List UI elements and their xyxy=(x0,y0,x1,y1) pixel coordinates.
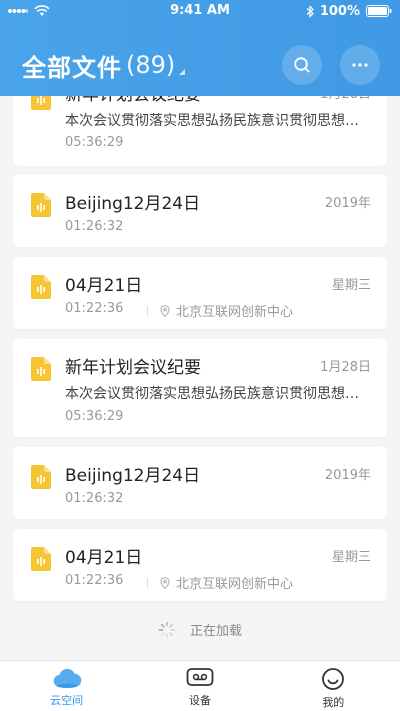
battery-icon xyxy=(366,5,392,17)
audio-file-icon xyxy=(31,275,51,299)
divider xyxy=(147,305,148,316)
item-description: 本次会议贯彻落实思想弘扬民族意识贯彻思想理念 xyxy=(65,113,371,129)
tab-device[interactable]: 设备 xyxy=(133,661,266,711)
file-count: (89) xyxy=(126,51,176,79)
loading-text: 正在加载 xyxy=(189,624,242,639)
signal-icon xyxy=(8,9,28,13)
tab-mine[interactable]: 我的 xyxy=(267,661,400,711)
list-item[interactable]: 新年计划会议纪要 1月28日 本次会议贯彻落实思想弘扬民族意识贯彻思想理念 05… xyxy=(13,339,387,437)
item-title: Beijing12月24日 xyxy=(65,466,201,486)
header: 100% 9:41 AM 全部文件 (89) xyxy=(0,0,400,96)
spinner-icon xyxy=(158,621,176,638)
item-duration: 01:22:36 xyxy=(65,573,124,588)
wifi-icon xyxy=(34,5,50,16)
tab-label: 设备 xyxy=(188,694,211,707)
item-date: 星期三 xyxy=(331,550,371,565)
search-icon xyxy=(294,57,310,73)
audio-file-icon xyxy=(31,547,51,571)
item-date: 2019年 xyxy=(324,196,371,211)
item-date: 1月28日 xyxy=(320,360,371,375)
item-location-text: 北京互联网创新中心 xyxy=(176,305,294,320)
item-title: 04月21日 xyxy=(65,548,143,568)
tab-label: 云空间 xyxy=(50,694,84,707)
location-pin-icon xyxy=(160,576,170,589)
file-list: 新年计划会议纪要 1月28日 本次会议贯彻落实思想弘扬民族意识贯彻思想理念 05… xyxy=(0,70,400,660)
list-item[interactable]: Beijing12月24日 2019年 01:26:32 xyxy=(13,175,387,247)
more-icon xyxy=(352,63,368,67)
divider xyxy=(147,577,148,588)
device-icon xyxy=(186,668,214,686)
list-item[interactable]: Beijing12月24日 2019年 01:26:32 xyxy=(13,447,387,519)
item-duration: 05:36:29 xyxy=(65,135,124,150)
tab-cloud-space[interactable]: 云空间 xyxy=(0,661,133,711)
item-duration: 01:26:32 xyxy=(65,219,124,234)
item-date: 星期三 xyxy=(331,278,371,293)
bluetooth-icon xyxy=(306,4,314,18)
item-location: 北京互联网创新中心 xyxy=(147,301,293,320)
item-title: 新年计划会议纪要 xyxy=(65,358,201,378)
audio-file-icon xyxy=(31,465,51,489)
item-duration: 01:22:36 xyxy=(65,301,124,316)
item-title: Beijing12月24日 xyxy=(65,194,201,214)
list-item[interactable]: 04月21日 星期三 01:22:36 北京互联网创新中心 xyxy=(13,257,387,329)
page-title[interactable]: 全部文件 xyxy=(22,48,122,83)
dropdown-caret-icon[interactable] xyxy=(179,69,186,75)
list-item[interactable]: 04月21日 星期三 01:22:36 北京互联网创新中心 xyxy=(13,529,387,601)
loading-indicator: 正在加载 xyxy=(0,620,400,639)
status-bar: 100% xyxy=(0,0,400,22)
audio-file-icon xyxy=(31,357,51,381)
item-date: 2019年 xyxy=(324,468,371,483)
more-button[interactable] xyxy=(340,45,380,85)
audio-file-icon xyxy=(31,193,51,217)
smiley-icon xyxy=(322,668,345,690)
item-location: 北京互联网创新中心 xyxy=(147,573,293,592)
tab-label: 我的 xyxy=(322,696,345,709)
tab-bar: 云空间 设备 我的 xyxy=(0,660,400,711)
search-button[interactable] xyxy=(282,45,322,85)
title-row: 全部文件 (89) xyxy=(22,42,380,88)
item-duration: 01:26:32 xyxy=(65,491,124,506)
item-title: 04月21日 xyxy=(65,276,143,296)
item-duration: 05:36:29 xyxy=(65,409,124,424)
item-location-text: 北京互联网创新中心 xyxy=(176,577,294,592)
battery-percent: 100% xyxy=(319,3,360,19)
location-pin-icon xyxy=(160,304,170,317)
cloud-icon xyxy=(53,668,81,688)
item-description: 本次会议贯彻落实思想弘扬民族意识贯彻思想理念 xyxy=(65,386,371,402)
